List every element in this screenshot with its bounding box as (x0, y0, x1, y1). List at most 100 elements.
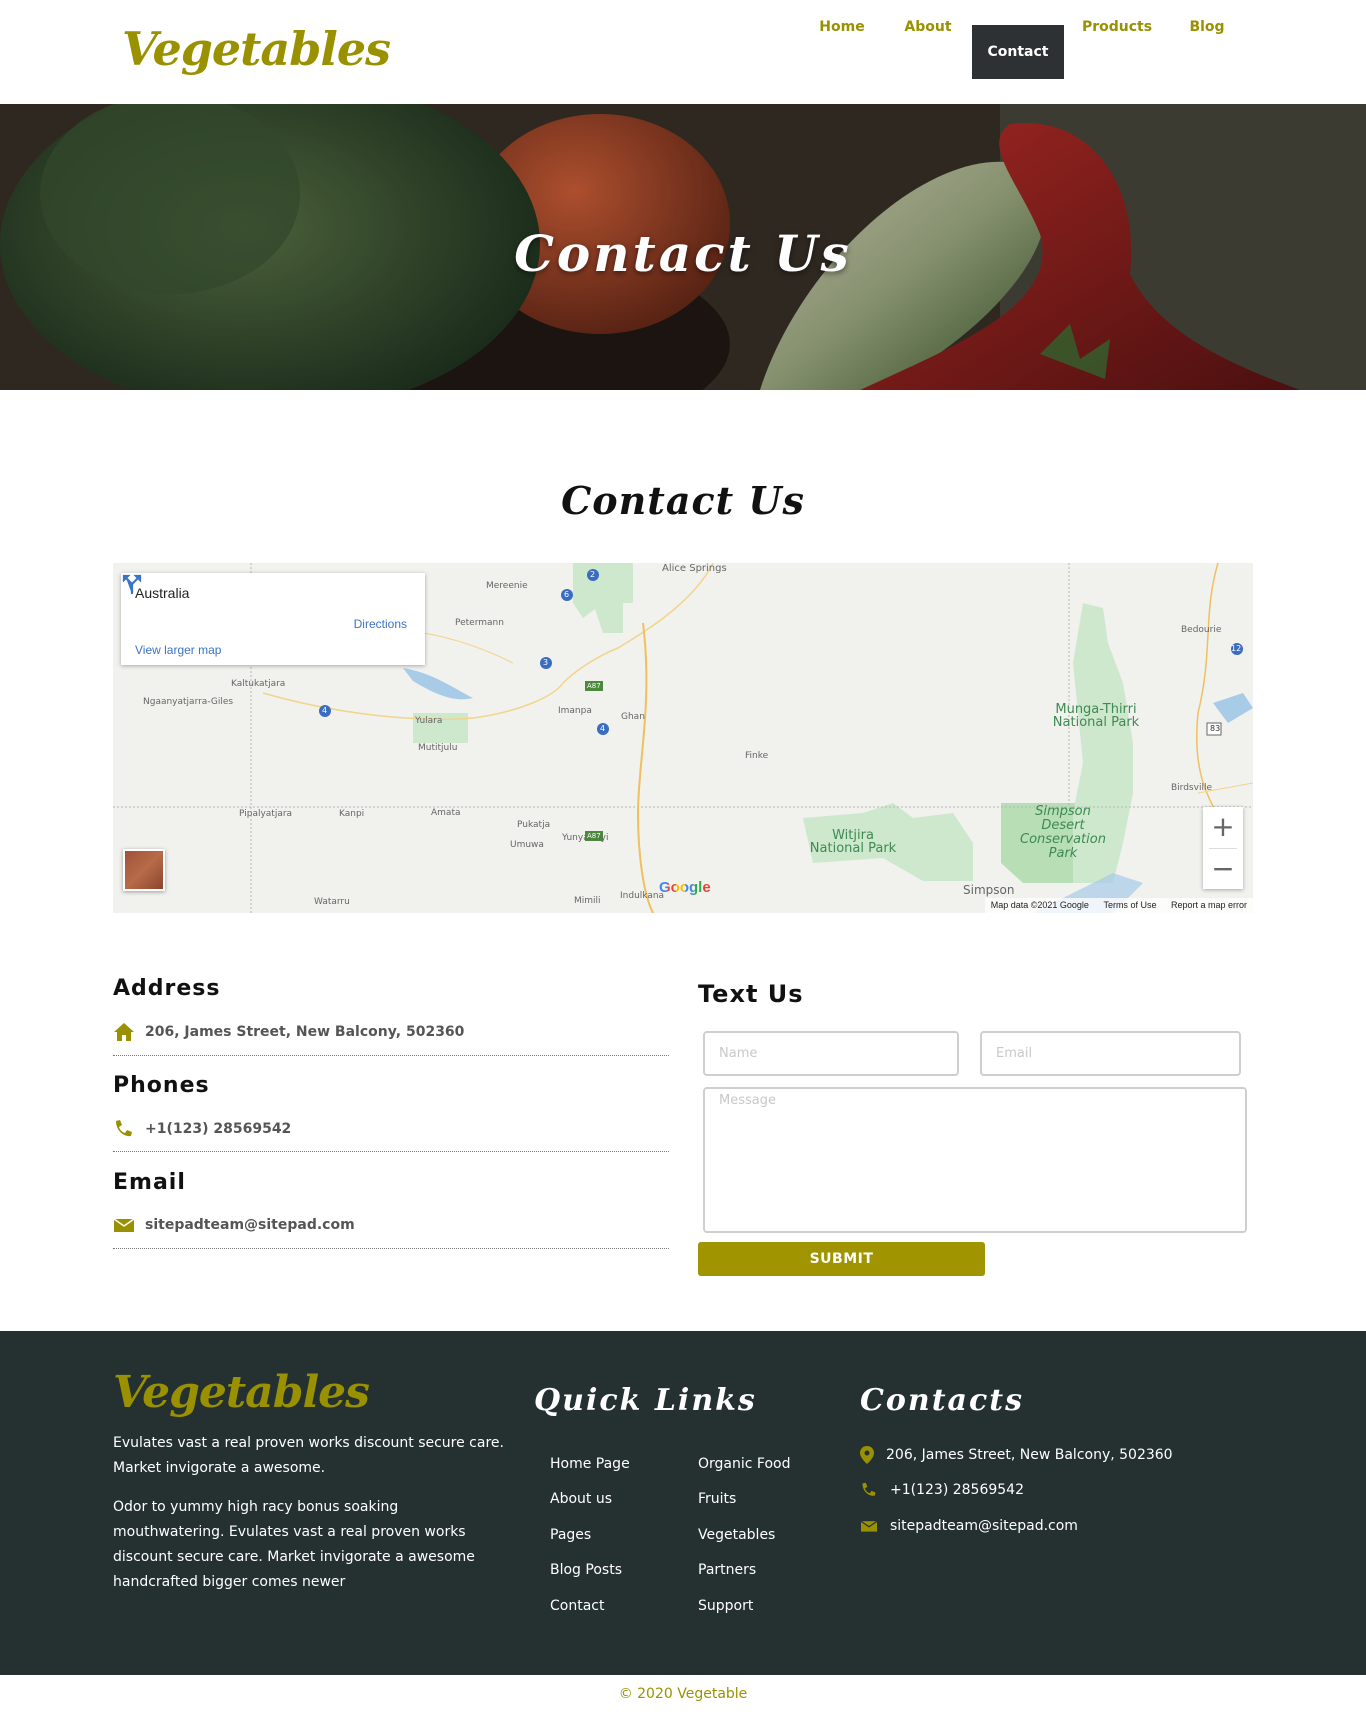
submit-button[interactable]: SUBMIT (698, 1242, 985, 1276)
map-place-name: Australia (135, 585, 190, 601)
view-larger-map-link[interactable]: View larger map (135, 643, 221, 657)
map-label-bedourie: Bedourie (1181, 625, 1222, 635)
footer-link-support[interactable]: Support (698, 1598, 753, 1614)
route-a87-south: A87 (587, 832, 601, 840)
embedded-map[interactable]: Alice Springs Mereenie Petermann Kaltuka… (113, 563, 1253, 913)
footer-email-row: sitepadteam@sitepad.com (860, 1515, 1078, 1537)
terms-of-use-link[interactable]: Terms of Use (1103, 900, 1156, 910)
contact-section-title: Contact Us (561, 478, 805, 523)
nav-blog[interactable]: Blog (1176, 0, 1238, 54)
email-text: sitepadteam@sitepad.com (145, 1217, 355, 1233)
satellite-toggle[interactable] (123, 849, 165, 891)
route-3: 3 (543, 658, 549, 667)
map-label-simpson: Simpson (963, 883, 1015, 897)
map-label-munga-thirri: Munga-Thirri National Park (1041, 703, 1151, 729)
map-label-kanpi: Kanpi (339, 809, 365, 819)
nav-contact[interactable]: Contact (972, 25, 1064, 79)
map-label-amata: Amata (431, 808, 461, 818)
map-info-card: Australia Directions View larger map (121, 573, 425, 665)
footer-about-text-2: Odor to yummy high racy bonus soaking mo… (113, 1499, 475, 1590)
zoom-out-button[interactable]: − (1203, 849, 1243, 889)
directions-icon[interactable] (121, 573, 143, 595)
address-heading: Address (113, 976, 221, 1001)
map-label-kaltukatjara: Kaltukatjara (231, 679, 286, 689)
route-a87: A87 (587, 682, 601, 690)
zoom-in-button[interactable]: + (1203, 807, 1243, 847)
copyright-text: © 2020 Vegetable (618, 1686, 748, 1702)
nav-about[interactable]: About (893, 0, 963, 54)
simpson-desert-line4: Park (1048, 846, 1078, 861)
map-label-alice-springs: Alice Springs (662, 563, 727, 574)
footer-link-contact[interactable]: Contact (550, 1598, 604, 1614)
footer-link-about-us[interactable]: About us (550, 1491, 612, 1507)
site-logo[interactable]: Vegetables (122, 22, 391, 76)
email-input[interactable] (980, 1031, 1241, 1076)
footer-link-pages[interactable]: Pages (550, 1527, 591, 1543)
map-label-mereenie: Mereenie (486, 581, 528, 591)
footer-about-text-1: Evulates vast a real proven works discou… (113, 1435, 504, 1476)
phones-heading: Phones (113, 1073, 210, 1098)
email-divider (113, 1248, 669, 1249)
footer-phone-text: +1(123) 28569542 (890, 1482, 1024, 1498)
nav-products[interactable]: Products (1077, 0, 1157, 54)
directions-link[interactable]: Directions (354, 617, 407, 631)
site-header: Vegetables Home About Contact Products B… (0, 0, 1366, 104)
site-footer: Vegetables Evulates vast a real proven w… (0, 1331, 1366, 1675)
map-pin-icon (860, 1446, 874, 1464)
footer-link-vegetables[interactable]: Vegetables (698, 1527, 775, 1543)
text-us-heading: Text Us (698, 980, 804, 1008)
map-label-pukatja: Pukatja (517, 820, 551, 830)
envelope-icon (113, 1218, 135, 1232)
footer-link-blog-posts[interactable]: Blog Posts (550, 1562, 622, 1578)
footer-link-fruits[interactable]: Fruits (698, 1491, 736, 1507)
home-icon (114, 1023, 134, 1041)
route-12: 12 (1231, 644, 1242, 653)
map-label-ngaanyatjarra: Ngaanyatjarra-Giles (143, 697, 234, 707)
contacts-heading: Contacts (860, 1383, 1025, 1418)
route-6: 6 (564, 590, 570, 599)
footer-phone-row: +1(123) 28569542 (860, 1479, 1024, 1501)
witjira-line2: National Park (809, 841, 897, 856)
message-textarea[interactable] (703, 1087, 1247, 1233)
footer-link-partners[interactable]: Partners (698, 1562, 756, 1578)
map-label-indulkana: Indulkana (620, 891, 665, 901)
report-map-error-link[interactable]: Report a map error (1171, 900, 1247, 910)
nav-home[interactable]: Home (806, 0, 878, 54)
footer-email-text: sitepadteam@sitepad.com (890, 1518, 1078, 1534)
footer-address-row: 206, James Street, New Balcony, 502360 (860, 1444, 1173, 1466)
footer-link-organic-food[interactable]: Organic Food (698, 1456, 790, 1472)
hero-title: Contact Us (514, 224, 852, 283)
map-label-yulara: Yulara (415, 716, 443, 726)
map-label-petermann: Petermann (455, 618, 504, 628)
map-label-umuwa: Umuwa (510, 840, 544, 850)
route-2: 2 (590, 570, 596, 579)
address-text: 206, James Street, New Balcony, 502360 (145, 1024, 465, 1040)
address-row: 206, James Street, New Balcony, 502360 (113, 1020, 464, 1044)
quick-links-heading: Quick Links (534, 1383, 757, 1418)
google-logo-text: Google (659, 879, 711, 896)
phone-text: +1(123) 28569542 (145, 1121, 292, 1137)
name-input[interactable] (703, 1031, 959, 1076)
map-zoom-controls: + − (1203, 807, 1243, 889)
hero-banner: Contact Us (0, 104, 1366, 390)
map-data-credit: Map data ©2021 Google (990, 900, 1089, 910)
footer-phone-icon (862, 1482, 876, 1496)
map-label-imanpa: Imanpa (558, 706, 592, 716)
route-4-east: 4 (600, 724, 606, 733)
route-4: 4 (322, 706, 328, 715)
map-label-ghan: Ghan (621, 712, 645, 722)
simpson-desert-line1: Simpson (1035, 804, 1091, 819)
footer-logo[interactable]: Vegetables (113, 1367, 370, 1418)
map-label-mimili: Mimili (574, 896, 601, 906)
map-label-witjira: Witjira National Park (803, 829, 903, 855)
phone-icon (116, 1120, 132, 1137)
footer-address-text: 206, James Street, New Balcony, 502360 (886, 1447, 1173, 1463)
footer-link-home-page[interactable]: Home Page (550, 1456, 630, 1472)
phone-divider (113, 1151, 669, 1152)
munga-thirri-line2: National Park (1052, 715, 1140, 730)
phone-row: +1(123) 28569542 (113, 1117, 291, 1141)
footer-envelope-icon (860, 1520, 878, 1532)
email-row: sitepadteam@sitepad.com (113, 1213, 355, 1237)
google-logo: Google (659, 879, 711, 896)
map-attribution: Map data ©2021 Google Terms of Use Repor… (984, 898, 1253, 913)
